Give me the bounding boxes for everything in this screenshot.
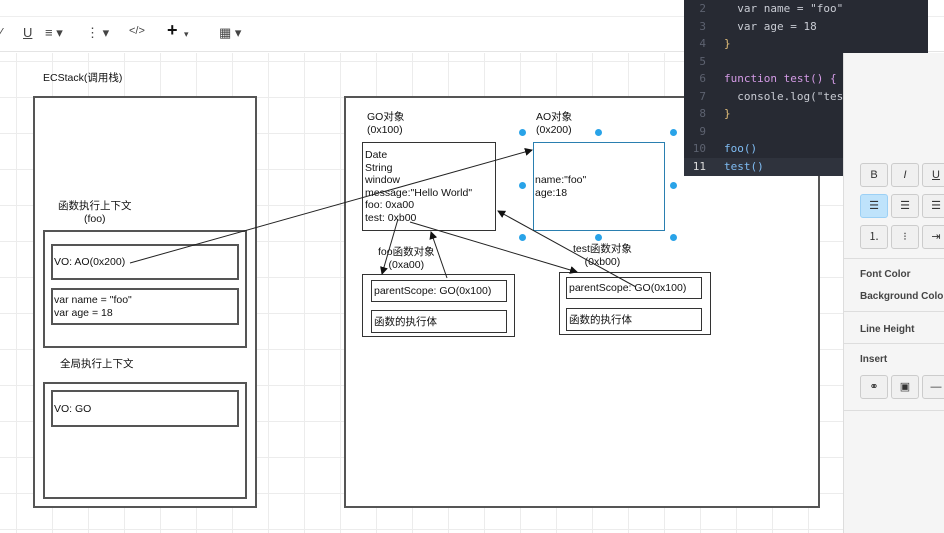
numbered-list-button[interactable]: ⒈ (860, 225, 888, 249)
background-color-label[interactable]: Background Color (860, 291, 944, 302)
code-line[interactable]: } (724, 37, 731, 50)
line-height-label: Line Height (860, 324, 915, 335)
line-number: 6 (699, 72, 706, 85)
line-number: 9 (699, 125, 706, 138)
code-line[interactable]: } (724, 107, 731, 120)
arrow-test-parent-to-go (497, 210, 637, 288)
bullet-list-button[interactable]: ⁝ (891, 225, 919, 249)
italic-button[interactable]: I (891, 163, 919, 187)
line-number: 4 (699, 37, 706, 50)
line-number: 10 (692, 142, 706, 155)
indent-button[interactable]: ⇥ (922, 225, 944, 249)
format-panel: B I U ☰ ☰ ☰ ⒈ ⁝ ⇥ Font Color Background … (843, 53, 944, 533)
link-icon[interactable]: ⚭ (860, 375, 888, 399)
font-color-label[interactable]: Font Color (860, 269, 911, 280)
align-center-button[interactable]: ☰ (891, 194, 919, 218)
line-number: 7 (699, 90, 706, 103)
code-line[interactable]: function test() { (724, 72, 837, 85)
underline-button[interactable]: U (922, 163, 944, 187)
image-icon[interactable]: ▣ (891, 375, 919, 399)
horizontal-rule-icon[interactable]: — (922, 375, 944, 399)
line-number: 8 (699, 107, 706, 120)
arrow-foo-to-foo-object (380, 218, 399, 275)
align-right-button[interactable]: ☰ (922, 194, 944, 218)
line-number: 5 (699, 55, 706, 68)
code-line[interactable]: var name = "foo" (724, 2, 843, 15)
line-number: 2 (699, 2, 706, 15)
arrow-vo-to-ao (129, 148, 533, 264)
bold-button[interactable]: B (860, 163, 888, 187)
code-line-test-call[interactable]: test() (724, 160, 764, 173)
align-left-button[interactable]: ☰ (860, 194, 888, 218)
insert-label: Insert (860, 354, 888, 365)
arrow-test-to-test-object (409, 221, 578, 274)
line-number: 11 (692, 160, 706, 173)
arrow-foo-parent-to-go (429, 231, 448, 279)
line-number: 3 (699, 20, 706, 33)
code-line-foo-call[interactable]: foo() (724, 142, 757, 155)
code-line[interactable]: var age = 18 (724, 20, 816, 33)
